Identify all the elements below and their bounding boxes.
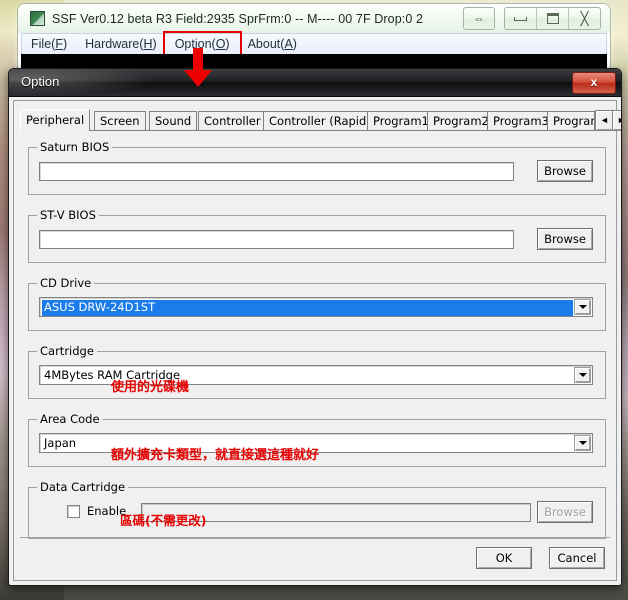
group-saturn-bios: Saturn BIOS Browse <box>28 140 606 195</box>
maximize-button[interactable] <box>537 8 569 29</box>
menu-file-mnemonic: F <box>55 37 63 51</box>
option-tabstrip: Peripheral Screen Sound Controller Contr… <box>20 109 621 131</box>
cancel-button[interactable]: Cancel <box>549 547 605 569</box>
menu-item-about[interactable]: About(A) <box>239 35 306 54</box>
saturn-bios-path-input[interactable] <box>39 162 514 181</box>
option-dialog-body: Peripheral Screen Sound Controller Contr… <box>13 100 621 581</box>
menu-option-mnemonic: O <box>215 37 226 51</box>
menu-hardware-mnemonic: H <box>143 37 153 51</box>
menu-item-hardware[interactable]: Hardware(H) <box>76 35 166 54</box>
chevron-right-icon: ► <box>617 116 621 125</box>
stv-bios-path-input[interactable] <box>39 230 514 249</box>
window-controls-group: ╳ <box>504 7 601 30</box>
tab-scroll-right-button[interactable]: ► <box>612 110 621 131</box>
minimize-button[interactable] <box>505 8 537 29</box>
annotation-cartridge: 額外擴充卡類型，就直接選這種就好 <box>111 448 320 463</box>
menu-about-mnemonic: A <box>284 37 293 51</box>
annotation-area-code: 區碼(不需更改) <box>120 513 207 528</box>
option-dialog-close-button[interactable]: x <box>572 72 616 94</box>
main-window-titlebar[interactable]: SSF Ver0.12 beta R3 Field:2935 SprFrm:0 … <box>18 4 610 33</box>
chevron-left-icon: ◄ <box>600 115 609 125</box>
group-label-stv-bios: ST-V BIOS <box>37 208 99 222</box>
close-button[interactable]: ╳ <box>569 8 600 29</box>
chevron-down-icon[interactable] <box>574 299 591 315</box>
maximize-icon <box>546 13 559 24</box>
tab-controller-rapid[interactable]: Controller (Rapid) <box>263 111 377 130</box>
menu-file-text: File( <box>31 37 56 51</box>
stv-bios-browse-button[interactable]: Browse <box>537 228 593 250</box>
menu-hardware-tail: ) <box>152 37 157 51</box>
menu-hardware-text: Hardware( <box>85 37 144 51</box>
tab-peripheral[interactable]: Peripheral <box>20 109 91 131</box>
menu-about-text: About( <box>247 37 285 51</box>
saturn-bios-browse-button[interactable]: Browse <box>537 160 593 182</box>
tabstrip-divider <box>20 130 610 131</box>
main-window-title: SSF Ver0.12 beta R3 Field:2935 SprFrm:0 … <box>52 11 424 26</box>
main-menubar: File(F) Hardware(H) Option(O) About(A) <box>21 31 607 58</box>
group-label-area-code: Area Code <box>37 412 103 426</box>
tab-program3[interactable]: Program3 <box>487 111 555 130</box>
chevron-down-icon[interactable] <box>574 435 591 451</box>
menu-file-tail: ) <box>62 37 68 51</box>
footer-divider <box>20 537 610 538</box>
group-label-saturn-bios: Saturn BIOS <box>37 140 113 154</box>
red-down-arrow-icon <box>184 48 212 87</box>
group-label-data-cartridge: Data Cartridge <box>37 480 129 494</box>
resize-arrows-icon: ⇔ <box>473 12 485 25</box>
ssf-app-icon <box>30 11 45 26</box>
cd-drive-selected-value: ASUS DRW-24D1ST <box>42 300 573 316</box>
data-cartridge-browse-button[interactable]: Browse <box>537 501 593 523</box>
menu-item-file[interactable]: File(F) <box>22 35 76 54</box>
close-icon: ╳ <box>580 10 589 26</box>
menu-about-tail: ) <box>292 37 297 51</box>
annotation-cd-drive: 使用的光碟機 <box>111 380 190 395</box>
tab-program4[interactable]: Program4 <box>547 111 595 130</box>
close-icon: x <box>590 75 598 89</box>
option-dialog-titlebar[interactable]: Option x <box>9 69 621 97</box>
group-label-cd-drive: CD Drive <box>37 276 95 290</box>
option-dialog: Option x Peripheral Screen Sound Control… <box>8 68 622 586</box>
ok-button[interactable]: OK <box>476 547 532 569</box>
resize-toggle-button[interactable]: ⇔ <box>463 7 495 30</box>
chevron-down-icon[interactable] <box>574 367 591 383</box>
tab-program2[interactable]: Program2 <box>427 111 495 130</box>
group-stv-bios: ST-V BIOS Browse <box>28 208 606 263</box>
tab-sound[interactable]: Sound <box>149 111 198 130</box>
group-label-cartridge: Cartridge <box>37 344 97 358</box>
option-dialog-title: Option <box>21 74 60 89</box>
cd-drive-combobox[interactable]: ASUS DRW-24D1ST <box>39 297 593 317</box>
group-cd-drive: CD Drive ASUS DRW-24D1ST <box>28 276 606 331</box>
data-cartridge-enable-checkbox[interactable] <box>67 505 80 518</box>
tab-program1[interactable]: Program1 <box>367 111 435 130</box>
menu-option-tail: ) <box>225 37 230 51</box>
tab-controller[interactable]: Controller <box>198 111 267 130</box>
group-data-cartridge: Data Cartridge Enable Browse <box>28 480 606 539</box>
minimize-icon <box>514 16 527 21</box>
tab-screen[interactable]: Screen <box>94 111 146 130</box>
